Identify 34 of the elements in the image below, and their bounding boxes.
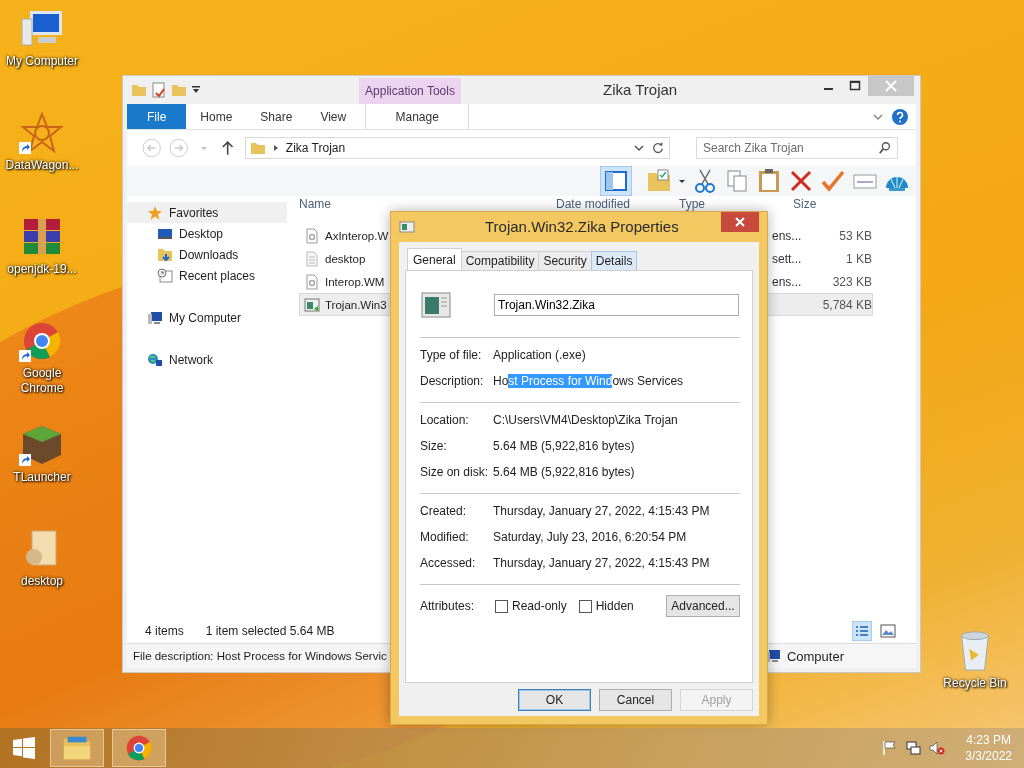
property-label: Attributes: <box>420 599 476 613</box>
file-description: File description: Host Process for Windows Servic <box>133 650 387 662</box>
property-label: Size on disk: <box>420 465 490 479</box>
file-size: 323 KB <box>831 274 872 289</box>
file-name: desktop <box>325 252 366 265</box>
context-tab-group: Application Tools <box>359 78 461 104</box>
file-type: ens... <box>772 228 803 243</box>
file-name: Trojan.Win3 <box>325 298 387 311</box>
file-size: 1 KB <box>845 251 872 266</box>
item-count: 4 items <box>145 624 184 638</box>
file-type: ens... <box>772 274 803 289</box>
location-label: Computer <box>786 648 844 664</box>
dialog-title: Trojan.Win32.Zika Properties <box>485 218 679 235</box>
property-value: Thursday, January 27, 2022, 4:15:43 PM <box>493 504 710 518</box>
property-value: C:\Users\VM4\Desktop\Zika Trojan <box>493 413 678 427</box>
property-value: Application (.exe) <box>493 348 586 362</box>
property-label: Description: <box>420 374 485 388</box>
selection-info: 1 item selected 5.64 MB <box>205 624 335 638</box>
property-value: Thursday, January 27, 2022, 4:15:43 PM <box>493 556 710 570</box>
window-title: Zika Trojan <box>603 81 678 98</box>
file-name: Interop.WM <box>325 275 385 288</box>
file-type: sett... <box>772 251 803 266</box>
property-label: Modified: <box>420 530 470 544</box>
file-size: 5,784 KB <box>821 297 872 312</box>
property-label: Size: <box>420 439 448 453</box>
property-label: Location: <box>420 413 470 427</box>
property-label: Accessed: <box>420 556 477 570</box>
file-size: 53 KB <box>838 228 872 243</box>
property-value: 5.64 MB (5,922,816 bytes) <box>493 465 635 479</box>
property-value: Saturday, July 23, 2016, 6:20:54 PM <box>493 530 687 544</box>
property-value: 5.64 MB (5,922,816 bytes) <box>493 439 635 453</box>
file-name: AxInterop.W <box>325 229 389 242</box>
property-label: Type of file: <box>420 348 483 362</box>
property-label: Created: <box>420 504 468 518</box>
